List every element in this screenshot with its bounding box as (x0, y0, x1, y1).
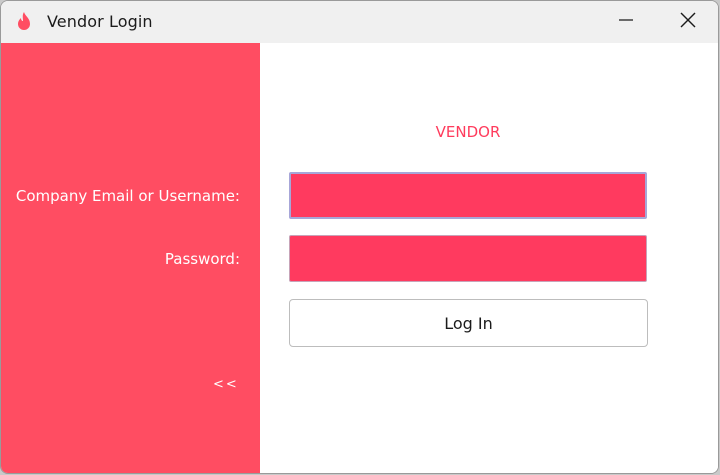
login-button[interactable]: Log In (289, 299, 648, 347)
title-bar: Vendor Login (1, 1, 718, 43)
email-label: Company Email or Username: (15, 187, 240, 205)
labels-panel: Company Email or Username: Password: << (1, 43, 260, 473)
close-icon (679, 11, 697, 33)
window-title: Vendor Login (47, 12, 153, 31)
flame-icon (13, 11, 35, 33)
close-button[interactable] (665, 1, 711, 43)
form-heading: VENDOR (435, 123, 501, 141)
form-panel: VENDOR Log In (260, 43, 718, 473)
minimize-icon (618, 12, 634, 32)
password-label: Password: (164, 250, 240, 268)
vendor-login-window: Vendor Login Company Email or Username: … (0, 0, 719, 474)
login-content: Company Email or Username: Password: << … (1, 43, 718, 473)
minimize-button[interactable] (603, 1, 649, 43)
back-button[interactable]: << (213, 377, 239, 392)
password-field[interactable] (289, 235, 647, 282)
email-field[interactable] (289, 172, 647, 219)
